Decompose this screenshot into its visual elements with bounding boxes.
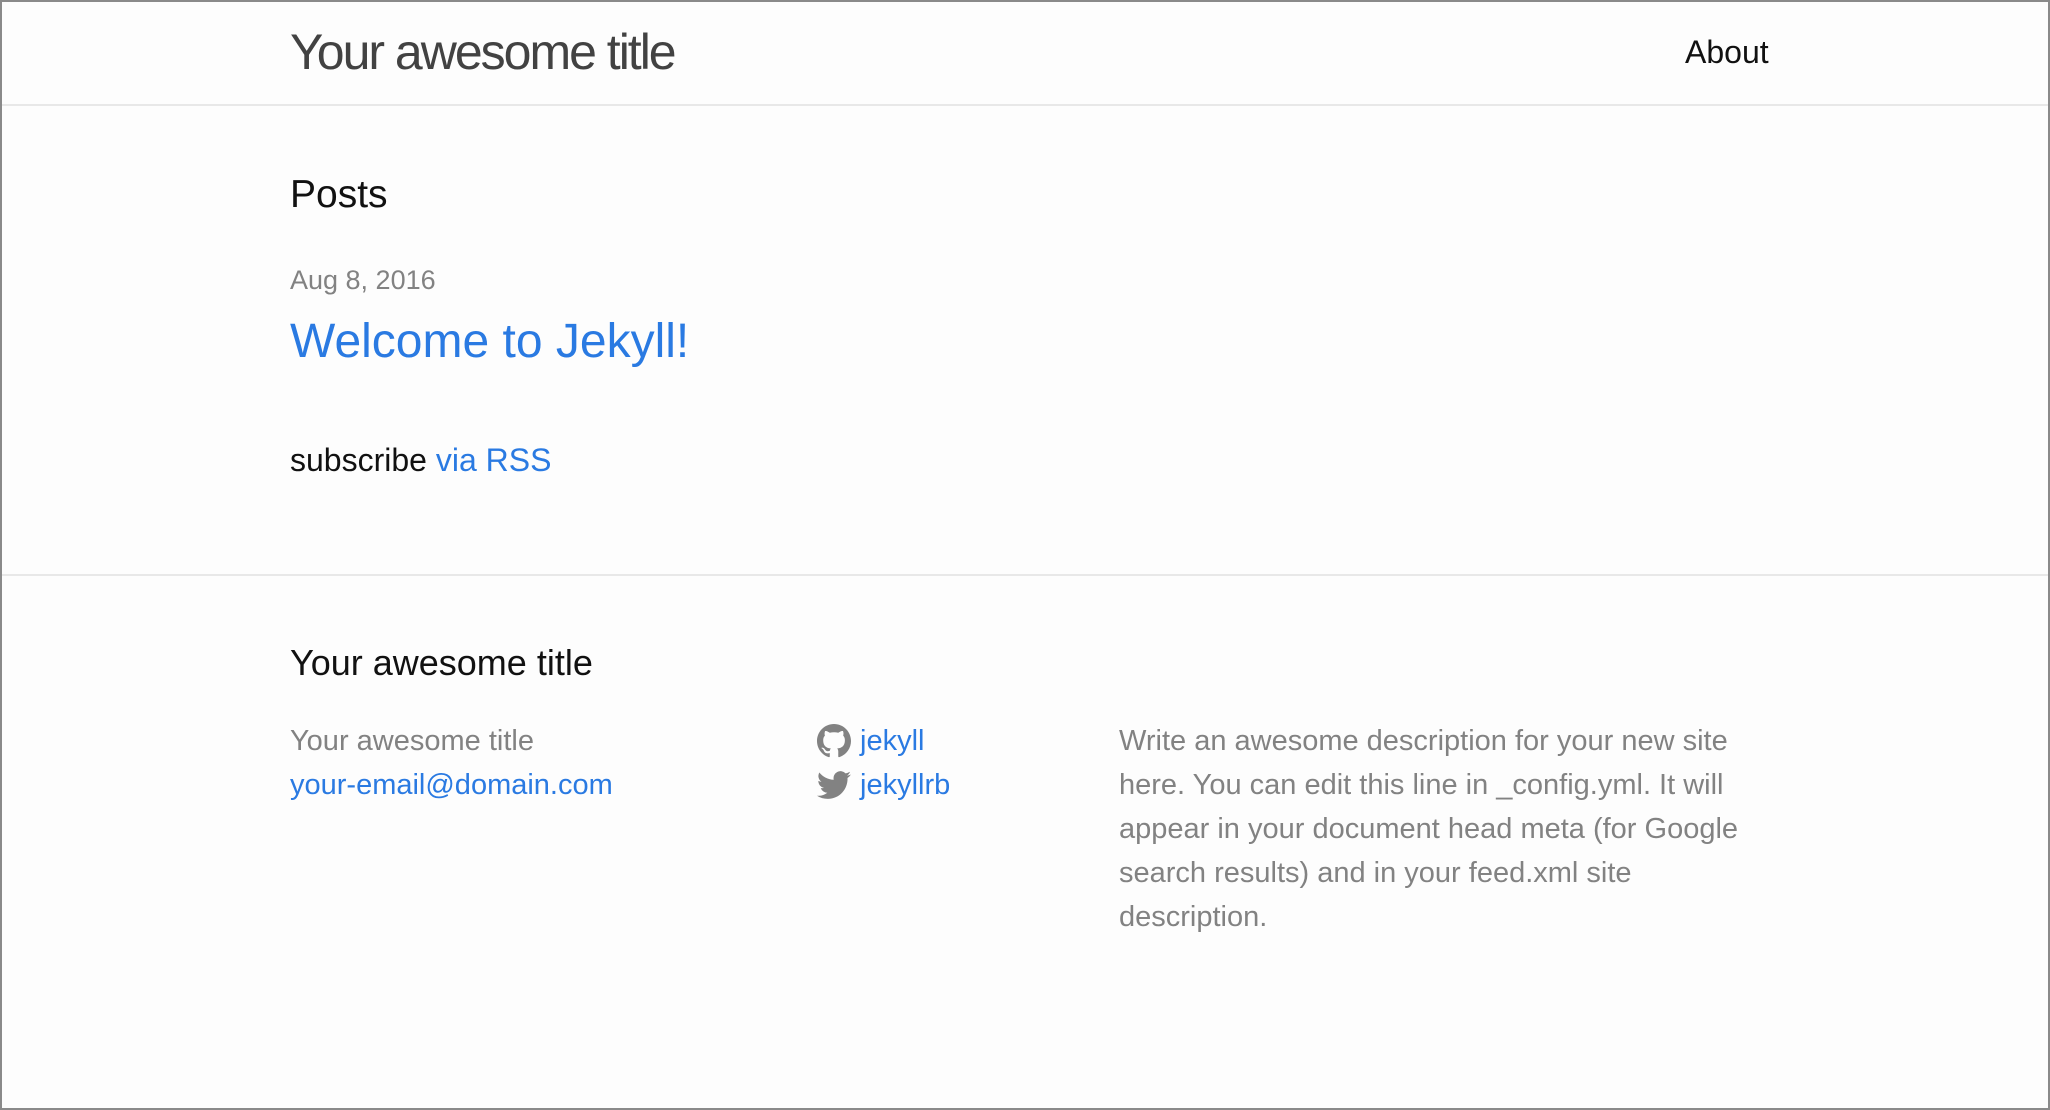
post-date: Aug 8, 2016 (290, 265, 436, 295)
page-content: Posts Aug 8, 2016 Welcome to Jekyll! sub… (2, 106, 2048, 576)
posts-heading: Posts (290, 173, 388, 216)
twitter-link[interactable]: jekyllrb (817, 763, 950, 807)
footer-heading: Your awesome title (290, 642, 593, 683)
github-username: jekyll (860, 725, 925, 757)
site-footer: Your awesome title Your awesome title yo… (2, 576, 2048, 1108)
twitter-username: jekyllrb (860, 769, 951, 801)
subscribe-text: subscribe (290, 442, 427, 478)
footer-email-link[interactable]: your-email@domain.com (290, 763, 613, 807)
github-link[interactable]: jekyll (817, 719, 950, 763)
footer-site-name: Your awesome title (290, 725, 534, 757)
footer-contact-column: Your awesome title your-email@domain.com (290, 719, 613, 807)
browser-viewport: Your awesome title About Posts Aug 8, 20… (0, 0, 2050, 1110)
rss-link[interactable]: via RSS (436, 442, 552, 478)
site-title-link[interactable]: Your awesome title (290, 24, 677, 80)
site-description: Write an awesome description for your ne… (1119, 725, 1739, 933)
post-title-link[interactable]: Welcome to Jekyll! (290, 314, 689, 370)
twitter-icon (817, 771, 851, 799)
footer-social-column: jekyll jekyllrb (817, 719, 950, 807)
nav-about-link[interactable]: About (1685, 33, 1769, 71)
site-header: Your awesome title About (2, 2, 2048, 106)
subscribe-line: subscribe via RSS (290, 441, 551, 479)
github-icon (817, 724, 851, 758)
footer-description-column: Write an awesome description for your ne… (1119, 719, 1774, 939)
